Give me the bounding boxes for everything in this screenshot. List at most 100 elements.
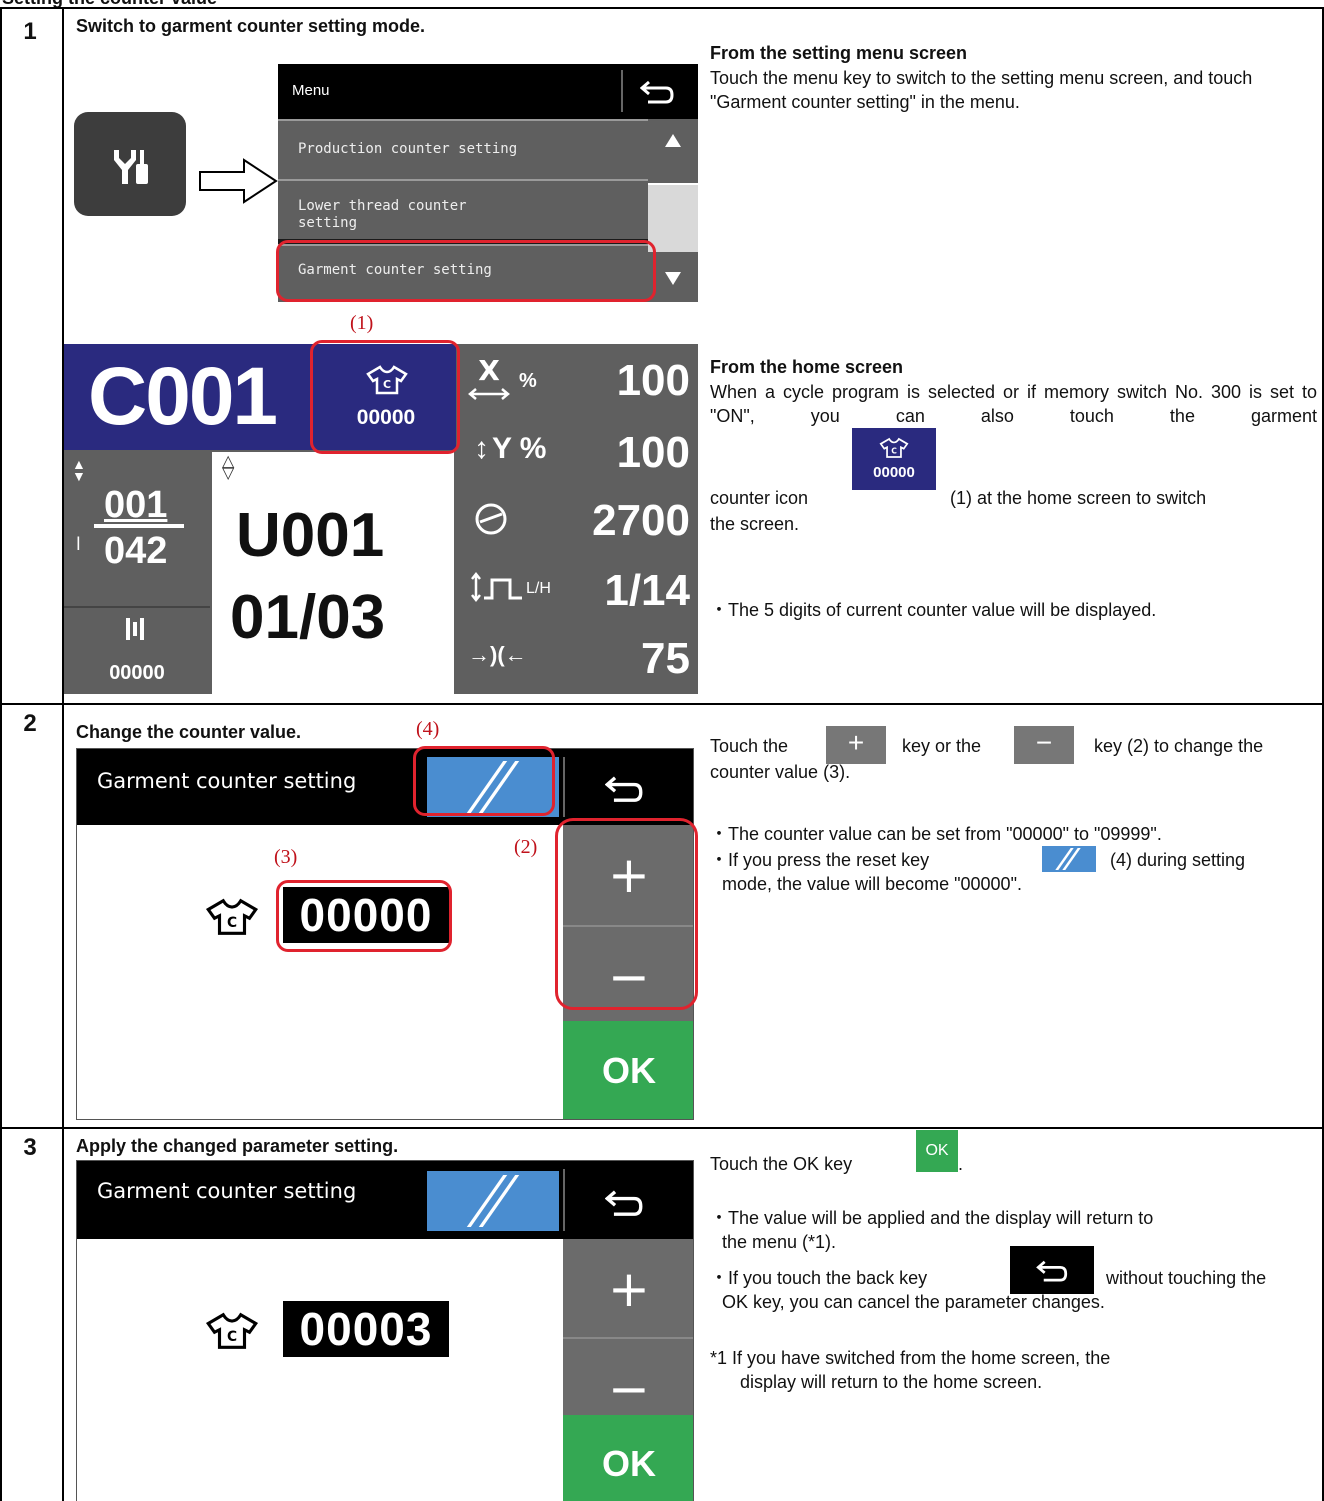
s3-bullet-1a: ・The value will be applied and the displ… [710, 1208, 1154, 1228]
gap-value: 75 [641, 634, 690, 683]
triangle-up-icon [665, 134, 681, 147]
step-current: 001 [104, 484, 168, 526]
home-text-1: When a cycle program is selected or if m… [710, 382, 1317, 426]
table-border-top [0, 7, 1324, 9]
screen-title: Garment counter setting [97, 1179, 357, 1203]
fraction-bar [94, 524, 184, 528]
minus-key-small: − [1014, 726, 1074, 764]
screen-header: Garment counter setting [77, 1161, 693, 1239]
pattern-number: U001 [236, 501, 385, 570]
row-divider-1 [0, 703, 1324, 705]
back-icon[interactable] [605, 1189, 643, 1217]
pattern-arrows-icon: △ ▽ [222, 453, 235, 482]
step-title: Apply the changed parameter setting. [76, 1136, 399, 1156]
x-scale-icon: X [468, 354, 510, 400]
program-number: C001 [88, 351, 278, 442]
s2-text-1b: key or the [902, 736, 982, 756]
reset-key[interactable] [427, 1171, 559, 1231]
x-scale-value: 100 [616, 356, 690, 405]
header-divider [563, 757, 565, 817]
page-number: 01/03 [230, 583, 386, 652]
s3-bullet-1b: the menu (*1). [722, 1232, 837, 1252]
pattern-panel [212, 452, 454, 694]
home-text-2a: counter icon [710, 488, 809, 508]
needle-icon: ǀ [76, 534, 81, 554]
s3-bullet-2a: ・If you touch the back key [710, 1268, 928, 1288]
annotation-1: (1) [350, 312, 374, 334]
screen-title: Garment counter setting [97, 769, 357, 793]
back-key-small [1010, 1246, 1094, 1294]
column-divider [62, 7, 64, 1501]
annotation-2: (2) [514, 836, 538, 858]
step-number: 3 [23, 1134, 37, 1161]
ok-key[interactable]: OK [563, 1415, 693, 1501]
menu-screen-text: Touch the menu key to switch to the sett… [710, 68, 1253, 112]
step-title: Change the counter value. [76, 722, 302, 742]
s3-note-1b: display will return to the home screen. [740, 1372, 1043, 1392]
shirt-icon: C [879, 437, 909, 458]
step1-bullet: ・The 5 digits of current counter value w… [710, 600, 1157, 620]
menu-item-production-counter[interactable]: Production counter setting [278, 119, 648, 179]
svg-text:X: X [478, 354, 500, 387]
step-total: 042 [104, 530, 168, 572]
svg-text:C: C [227, 915, 237, 931]
ok-key-small: OK [916, 1130, 958, 1172]
plus-key-small: + [826, 726, 886, 764]
garment-counter-setting-screen: Garment counter setting + − OK C 00003 [76, 1160, 694, 1501]
s3-text-1: Touch the OK key [710, 1154, 853, 1174]
table-border-left [0, 7, 2, 1501]
menu-item-label: Lower thread counter setting [298, 198, 467, 231]
screen-header: Garment counter setting [77, 749, 693, 825]
counter-value: 00003 [283, 1301, 449, 1357]
s2-bullet-2b: (4) during setting [1110, 850, 1246, 870]
presser-height-icon [471, 571, 522, 603]
annotation-4: (4) [416, 718, 440, 740]
step-number: 1 [23, 18, 37, 45]
home-text-2b: (1) at the home screen to switch [950, 488, 1207, 508]
lh-label: L/H [526, 580, 551, 597]
row-divider-2 [0, 1127, 1324, 1129]
y-arrow-icon: ↕ [474, 432, 489, 465]
y-scale-value: 100 [616, 428, 690, 477]
s3-bullet-2c: OK key, you can cancel the parameter cha… [722, 1292, 1105, 1312]
plus-key[interactable]: + [563, 1239, 693, 1337]
x-scale-unit: % [519, 370, 537, 392]
panel-divider [64, 606, 210, 608]
header-divider [563, 1169, 565, 1231]
shirt-icon: C [205, 898, 259, 935]
back-icon[interactable] [640, 80, 674, 104]
scrollbar-line [648, 183, 698, 185]
highlight-garment-counter-icon [310, 340, 460, 454]
s2-text-1c: key (2) to change the [1094, 736, 1264, 756]
scrollbar-thumb[interactable] [648, 167, 698, 183]
home-text-3: the screen. [710, 514, 800, 534]
menu-item-lower-thread-counter[interactable]: Lower thread counter setting [278, 179, 648, 239]
highlight-reset-key [413, 746, 555, 816]
s3-bullet-2b: without touching the [1106, 1268, 1267, 1288]
lh-value: 1/14 [604, 566, 690, 615]
y-scale-label: Y % [492, 432, 547, 465]
ok-key[interactable]: OK [563, 1021, 693, 1119]
speed-value: 2700 [592, 496, 690, 545]
back-icon [1036, 1260, 1068, 1282]
s3-note-1a: *1 If you have switched from the home sc… [710, 1348, 1111, 1368]
s2-text-1a: Touch the [710, 736, 789, 756]
back-icon[interactable] [605, 775, 643, 803]
garment-counter-icon-inline: C 00000 [852, 428, 936, 490]
highlight-counter-value [276, 880, 452, 952]
inline-garment-count: 00000 [873, 464, 915, 481]
s3-text-period: . [958, 1154, 964, 1174]
highlight-garment-counter-item [276, 240, 656, 302]
svg-text:C: C [227, 1329, 237, 1345]
menu-key-icon [74, 112, 186, 216]
s2-bullet-2c: mode, the value will become "00000". [722, 874, 1022, 894]
menu-screen-heading: From the setting menu screen [710, 43, 968, 63]
step-number: 2 [23, 710, 37, 737]
scroll-up-button[interactable] [648, 119, 698, 169]
menu-item-label: Production counter setting [298, 141, 518, 157]
step-arrows-icon: ▲ ▼ [72, 456, 86, 484]
step-title: Switch to garment counter setting mode. [76, 16, 426, 36]
thread-counter-icon [126, 618, 144, 640]
s2-text-2: counter value (3). [710, 762, 851, 782]
header-divider [621, 70, 623, 112]
